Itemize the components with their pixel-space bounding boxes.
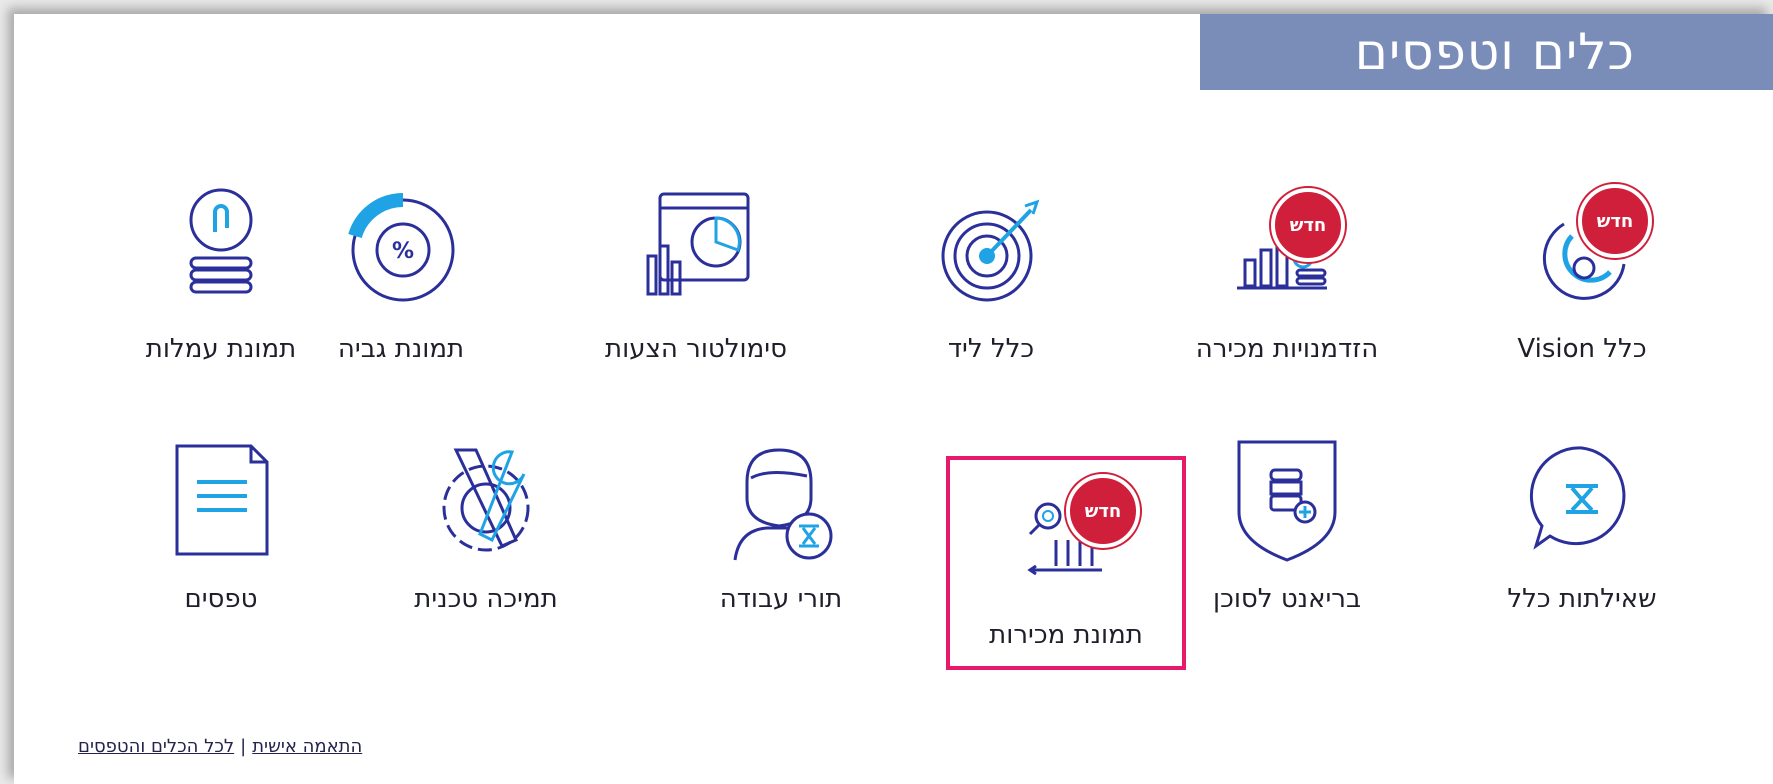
new-badge: חדש <box>1271 188 1345 262</box>
footer-links: התאמה אישית| לכל הכלים והטפסים <box>78 736 362 757</box>
title-bar: כלים וטפסים <box>1200 14 1773 90</box>
tile-label: תמונת גביה <box>337 334 465 364</box>
tech-support-icon <box>442 448 530 552</box>
tile-label: תמונת עמלות <box>145 334 297 364</box>
commission-coins-icon <box>189 188 253 294</box>
tile-offer-simulator[interactable]: סימולטור הצעות <box>571 174 821 404</box>
all-tools-link[interactable]: לכל הכלים והטפסים <box>78 736 234 757</box>
tile-label: תורי עבודה <box>719 584 843 614</box>
page-title: כלים וטפסים <box>1354 23 1635 81</box>
tile-label: הזדמנויות מכירה <box>1195 334 1379 364</box>
tile-label: שאילתות כלל <box>1507 584 1657 614</box>
offer-simulator-icon <box>646 192 750 296</box>
tools-panel: כלים וטפסים חדש כלל Vision חדש הזדמנויות… <box>14 14 1773 784</box>
tile-sales-opportunities[interactable]: חדש הזדמנויות מכירה <box>1162 174 1412 404</box>
collection-percent-icon: % <box>348 193 455 302</box>
tile-clal-lead[interactable]: כלל ליד <box>866 174 1116 404</box>
tile-clal-vision[interactable]: חדש כלל Vision <box>1457 174 1707 404</box>
shield-db-icon <box>1237 440 1337 562</box>
personalize-link[interactable]: התאמה אישית <box>252 736 362 757</box>
svg-text:%: % <box>392 239 414 264</box>
tile-briant-agent[interactable]: בריאנט לסוכן <box>1162 424 1412 654</box>
agent-queue-icon <box>733 448 833 561</box>
new-badge: חדש <box>1578 184 1652 258</box>
tile-label: סימולטור הצעות <box>605 334 787 364</box>
tile-commissions[interactable]: תמונת עמלות <box>96 174 346 404</box>
tile-clal-queries[interactable]: שאילתות כלל <box>1457 424 1707 654</box>
tile-label: כלל ליד <box>947 334 1035 364</box>
link-separator: | <box>240 736 247 757</box>
tile-label: תמונת מכירות <box>989 620 1143 650</box>
tile-sales-picture[interactable]: חדש תמונת מכירות <box>946 456 1186 670</box>
tile-tech-support[interactable]: תמיכה טכנית <box>361 424 611 654</box>
target-icon <box>941 199 1040 302</box>
tile-work-queues[interactable]: תורי עבודה <box>656 424 906 654</box>
tile-label: טפסים <box>184 584 258 614</box>
tile-label: בריאנט לסוכן <box>1212 584 1361 614</box>
new-badge: חדש <box>1066 474 1140 548</box>
chat-bubble-icon <box>1529 446 1626 550</box>
tile-forms[interactable]: טפסים <box>96 424 346 654</box>
document-icon <box>175 444 269 556</box>
tile-label: תמיכה טכנית <box>414 584 558 614</box>
tile-label: כלל Vision <box>1517 334 1647 364</box>
